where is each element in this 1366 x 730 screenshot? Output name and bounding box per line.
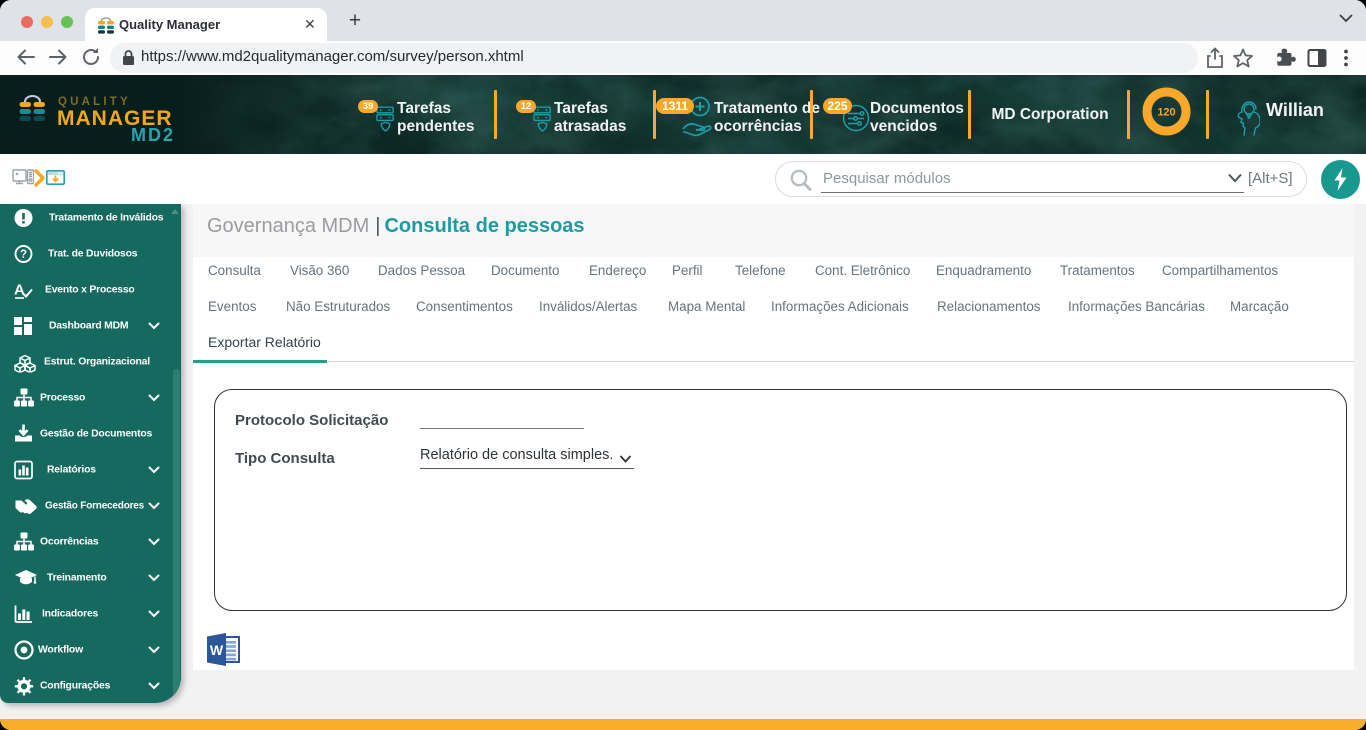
svg-text:120: 120 <box>1157 107 1175 119</box>
svg-text:A: A <box>14 282 25 299</box>
svg-text:?: ? <box>20 249 27 261</box>
svg-text:W: W <box>210 642 224 658</box>
